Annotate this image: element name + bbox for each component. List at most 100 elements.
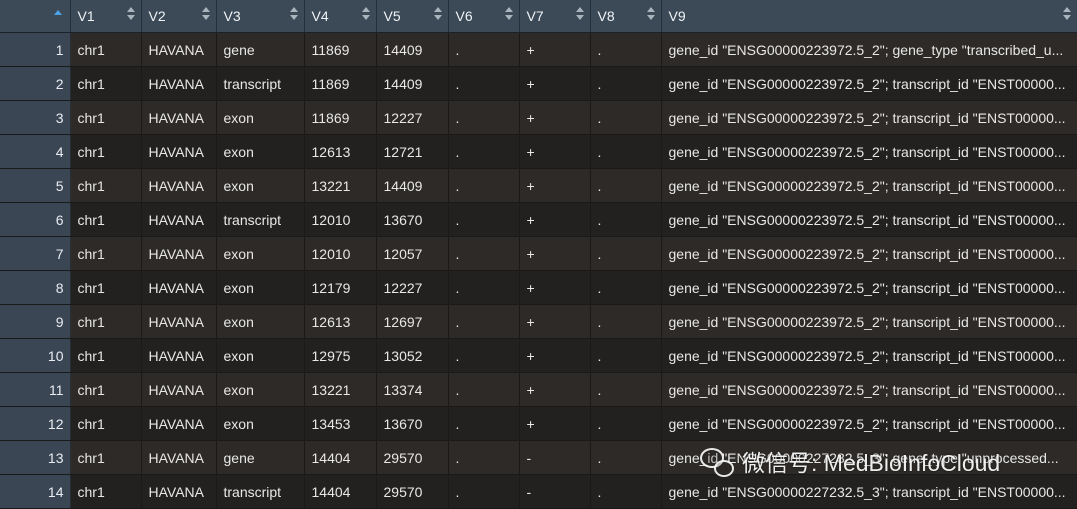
cell-v6: . xyxy=(448,100,520,135)
cell-v7: + xyxy=(519,270,591,305)
sort-toggle-icon[interactable] xyxy=(361,6,370,24)
cell-v4: 14404 xyxy=(304,440,377,475)
column-header-v9[interactable]: V9 xyxy=(661,0,1077,33)
column-header-v6[interactable]: V6 xyxy=(448,0,520,33)
table-row[interactable]: 10 chr1 HAVANA exon 12975 13052. +. gene_id "EN… xyxy=(0,338,1077,373)
cell-v4: 13221 xyxy=(304,372,377,407)
row-number: 12 xyxy=(0,406,71,441)
sort-toggle-icon[interactable] xyxy=(504,6,513,24)
cell-v2: HAVANA xyxy=(141,32,217,67)
table-row[interactable]: 9 chr1 HAVANA exon 12613 12697. +. gene_id "ENS… xyxy=(0,304,1077,339)
sort-toggle-icon[interactable] xyxy=(575,6,584,24)
cell-v1: chr1 xyxy=(70,440,142,475)
cell-v5: 12227 xyxy=(376,270,449,305)
cell-v8: . xyxy=(590,440,662,475)
sort-toggle-icon[interactable] xyxy=(433,6,442,24)
cell-v8: . xyxy=(590,270,662,305)
cell-v3: exon xyxy=(216,304,305,339)
sort-ascending-icon[interactable] xyxy=(54,10,62,15)
cell-v3: exon xyxy=(216,100,305,135)
cell-v3: exon xyxy=(216,236,305,271)
cell-v4: 11869 xyxy=(304,32,377,67)
table-row[interactable]: 11 chr1 HAVANA exon 13221 13374. +. gene_id "EN… xyxy=(0,372,1077,407)
cell-v1: chr1 xyxy=(70,100,142,135)
cell-v2: HAVANA xyxy=(141,440,217,475)
cell-v1: chr1 xyxy=(70,474,142,509)
column-header-v3[interactable]: V3 xyxy=(216,0,305,33)
cell-v5: 29570 xyxy=(376,440,449,475)
cell-v2: HAVANA xyxy=(141,304,217,339)
cell-v4: 12613 xyxy=(304,304,377,339)
table-row[interactable]: 6 chr1 HAVANA transcript 12010 13670. +. gene_i… xyxy=(0,202,1077,237)
cell-v1: chr1 xyxy=(70,32,142,67)
sort-toggle-icon[interactable] xyxy=(201,6,210,24)
column-header-label: V5 xyxy=(383,8,401,24)
column-header-v7[interactable]: V7 xyxy=(519,0,591,33)
cell-v1: chr1 xyxy=(70,338,142,373)
column-header-row-index[interactable] xyxy=(0,0,71,33)
cell-v3: exon xyxy=(216,406,305,441)
row-number: 9 xyxy=(0,304,71,339)
column-header-v2[interactable]: V2 xyxy=(141,0,217,33)
data-viewer: V1 V2 V3 V4 V5 V6 V7 V8 V9 1 chr1 HAVANA gene 11869 1… xyxy=(0,0,1077,509)
cell-v4: 14404 xyxy=(304,474,377,509)
cell-v4: 12179 xyxy=(304,270,377,305)
cell-v9: gene_id "ENSG00000223972.5_2"; transcrip… xyxy=(661,66,1077,101)
cell-v8: . xyxy=(590,236,662,271)
cell-v8: . xyxy=(590,304,662,339)
sort-toggle-icon[interactable] xyxy=(126,6,135,24)
cell-v8: . xyxy=(590,32,662,67)
cell-v4: 12975 xyxy=(304,338,377,373)
cell-v2: HAVANA xyxy=(141,372,217,407)
row-number: 1 xyxy=(0,32,71,67)
cell-v2: HAVANA xyxy=(141,406,217,441)
cell-v5: 14409 xyxy=(376,32,449,67)
cell-v3: exon xyxy=(216,134,305,169)
sort-toggle-icon[interactable] xyxy=(1062,6,1071,24)
cell-v2: HAVANA xyxy=(141,168,217,203)
cell-v6: . xyxy=(448,440,520,475)
cell-v6: . xyxy=(448,168,520,203)
column-header-label: V7 xyxy=(526,8,544,24)
table-row[interactable]: 2 chr1 HAVANA transcript 11869 14409. +. gene_i… xyxy=(0,66,1077,101)
cell-v3: exon xyxy=(216,338,305,373)
cell-v5: 12057 xyxy=(376,236,449,271)
table-row[interactable]: 1 chr1 HAVANA gene 11869 14409. +. gene_id "ENS… xyxy=(0,32,1077,67)
column-header-v4[interactable]: V4 xyxy=(304,0,377,33)
cell-v6: . xyxy=(448,32,520,67)
table-row[interactable]: 14 chr1 HAVANA transcript 14404 29570. -. gene_… xyxy=(0,474,1077,509)
cell-v2: HAVANA xyxy=(141,100,217,135)
cell-v3: exon xyxy=(216,372,305,407)
cell-v3: transcript xyxy=(216,474,305,509)
cell-v9: gene_id "ENSG00000223972.5_2"; transcrip… xyxy=(661,134,1077,169)
table-row[interactable]: 8 chr1 HAVANA exon 12179 12227. +. gene_id "ENS… xyxy=(0,270,1077,305)
column-header-v5[interactable]: V5 xyxy=(376,0,449,33)
cell-v6: . xyxy=(448,202,520,237)
cell-v5: 13670 xyxy=(376,202,449,237)
column-header-label: V8 xyxy=(597,8,615,24)
cell-v4: 13221 xyxy=(304,168,377,203)
table-row[interactable]: 3 chr1 HAVANA exon 11869 12227. +. gene_id "ENS… xyxy=(0,100,1077,135)
table-row[interactable]: 12 chr1 HAVANA exon 13453 13670. +. gene_id "EN… xyxy=(0,406,1077,441)
cell-v5: 13374 xyxy=(376,372,449,407)
cell-v7: - xyxy=(519,474,591,509)
sort-toggle-icon[interactable] xyxy=(289,6,298,24)
cell-v7: - xyxy=(519,440,591,475)
column-header-label: V1 xyxy=(77,8,95,24)
cell-v1: chr1 xyxy=(70,406,142,441)
table-row[interactable]: 7 chr1 HAVANA exon 12010 12057. +. gene_id "ENS… xyxy=(0,236,1077,271)
column-header-v1[interactable]: V1 xyxy=(70,0,142,33)
cell-v7: + xyxy=(519,372,591,407)
cell-v1: chr1 xyxy=(70,66,142,101)
cell-v7: + xyxy=(519,66,591,101)
cell-v4: 12010 xyxy=(304,202,377,237)
cell-v2: HAVANA xyxy=(141,134,217,169)
cell-v8: . xyxy=(590,202,662,237)
cell-v7: + xyxy=(519,338,591,373)
table-row[interactable]: 4 chr1 HAVANA exon 12613 12721. +. gene_id "ENS… xyxy=(0,134,1077,169)
header-row: V1 V2 V3 V4 V5 V6 V7 V8 V9 xyxy=(0,0,1077,33)
column-header-v8[interactable]: V8 xyxy=(590,0,662,33)
sort-toggle-icon[interactable] xyxy=(646,6,655,24)
column-header-label: V2 xyxy=(148,8,166,24)
table-row[interactable]: 5 chr1 HAVANA exon 13221 14409. +. gene_id "ENS… xyxy=(0,168,1077,203)
